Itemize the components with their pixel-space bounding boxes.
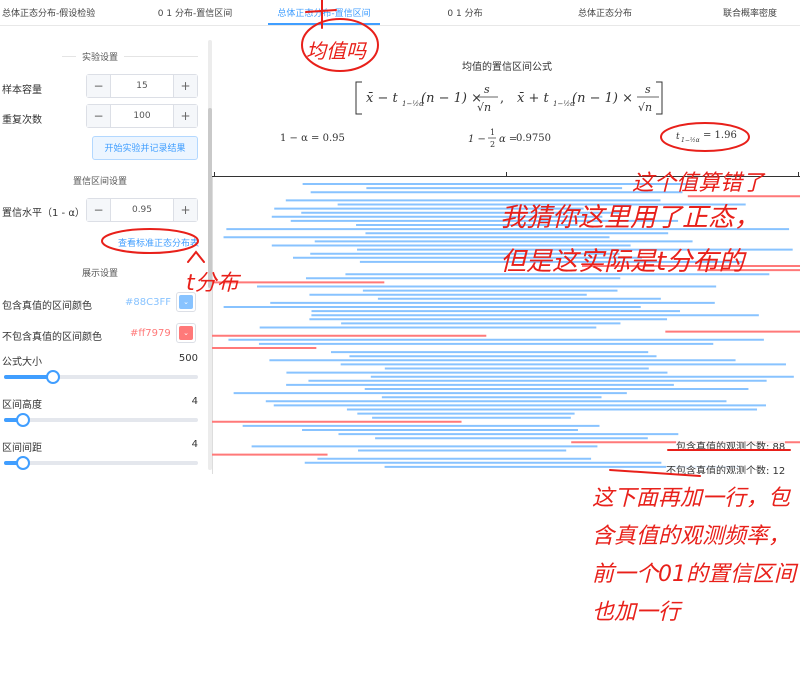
repeat-count-decrement-button[interactable]: −: [87, 105, 111, 127]
svg-text:2: 2: [490, 140, 495, 149]
svg-text:s: s: [484, 83, 490, 96]
sample-size-stepper: − 15 +: [86, 74, 198, 98]
contain-color-label: 包含真值的区间颜色: [2, 301, 92, 312]
sample-size-increment-button[interactable]: +: [173, 75, 197, 97]
tab-normal-hypothesis-test[interactable]: 总体正态分布-假设检验: [2, 0, 122, 26]
sample-size-input[interactable]: 15: [111, 75, 173, 97]
confidence-decrement-button[interactable]: −: [87, 199, 111, 221]
interval-lines: [212, 183, 800, 468]
svg-text:(n − 1) ×: (n − 1) ×: [421, 91, 482, 106]
tab-joint-density[interactable]: 联合概率密度: [700, 0, 800, 26]
formula-title: 均值的置信区间公式: [462, 62, 552, 73]
interval-gap-slider-handle[interactable]: [16, 456, 31, 470]
run-experiment-button[interactable]: 开始实验并记录结果: [92, 136, 198, 160]
contain-color-picker[interactable]: ⌄: [176, 292, 196, 312]
half-alpha-value: 0.9750: [516, 133, 551, 144]
repeat-count-increment-button[interactable]: +: [173, 105, 197, 127]
contain-color-value: #88C3FF: [125, 297, 171, 308]
ci-heading: 置信区间设置: [2, 174, 198, 187]
annotation-mean-question: 均值吗: [306, 39, 368, 63]
interval-height-slider[interactable]: [4, 413, 198, 427]
tab-normal[interactable]: 总体正态分布: [560, 0, 650, 26]
svg-text:α =: α =: [499, 134, 517, 145]
annotation-add-frequency-row: 这下面再加一行，包含真值的观测频率，前一个01的置信区间也加一行: [592, 486, 796, 625]
t-value: = 1.96: [703, 130, 737, 141]
svg-text:1 −: 1 −: [468, 134, 486, 145]
chevron-down-icon: ⌄: [179, 326, 193, 340]
svg-text:√n: √n: [477, 101, 491, 114]
repeat-count-stepper: − 100 +: [86, 104, 198, 128]
font-size-slider[interactable]: [4, 370, 198, 384]
alpha-text: 1 − α = 0.95: [280, 133, 345, 144]
svg-text:1−½α: 1−½α: [553, 100, 575, 108]
font-size-slider-handle[interactable]: [45, 370, 60, 384]
svg-text:,: ,: [500, 91, 504, 106]
display-heading: 展示设置: [2, 266, 198, 279]
active-tab-indicator: [268, 23, 380, 25]
annotation-circle-mean: [301, 18, 379, 72]
svg-text:(n − 1) ×: (n − 1) ×: [572, 91, 633, 106]
tab-bar: 总体正态分布-假设检验 0 1 分布-置信区间 总体正态分布-置信区间 0 1 …: [0, 0, 800, 26]
svg-text:x̄ + t: x̄ + t: [517, 91, 549, 106]
svg-text:1−½α: 1−½α: [402, 100, 424, 108]
tab-binomial[interactable]: 0 1 分布: [420, 0, 510, 26]
svg-text:x̄ − t: x̄ − t: [366, 91, 398, 106]
t-value-formula: t 1−½α: [676, 132, 700, 144]
interval-gap-slider[interactable]: [4, 456, 198, 470]
svg-text:1: 1: [490, 128, 495, 137]
interval-chart: [212, 172, 800, 476]
settings-sidebar: 实验设置 样本容量 − 15 + 重复次数 − 100 + 开始实验并记录结果 …: [0, 26, 212, 682]
svg-text:t: t: [676, 132, 680, 142]
exclude-color-label: 不包含真值的区间颜色: [2, 332, 102, 343]
normal-table-link[interactable]: 查看标准正态分布表: [118, 236, 199, 249]
repeat-count-input[interactable]: 100: [111, 105, 173, 127]
svg-text:1−½α: 1−½α: [681, 137, 700, 144]
repeat-count-label: 重复次数: [2, 115, 42, 126]
ci-formula: x̄ − t 1−½α (n − 1) × s √n , x̄ + t 1−½α…: [355, 81, 663, 115]
chevron-down-icon: ⌄: [179, 295, 193, 309]
sample-size-decrement-button[interactable]: −: [87, 75, 111, 97]
confidence-level-stepper: − 0.95 +: [86, 198, 198, 222]
exclude-color-picker[interactable]: ⌄: [176, 323, 196, 343]
tab-binomial-ci[interactable]: 0 1 分布-置信区间: [140, 0, 250, 26]
svg-text:s: s: [645, 83, 651, 96]
half-alpha-formula: 1 − 1 2 α =: [468, 128, 517, 149]
exclude-count: 不包含真值的观测个数: 12: [666, 462, 786, 474]
interval-height-slider-handle[interactable]: [16, 413, 31, 427]
experiment-heading: 实验设置: [2, 50, 198, 63]
svg-text:√n: √n: [638, 101, 652, 114]
interval-gap-label: 区间间距: [2, 443, 42, 454]
contain-count: 包含真值的观测个数: 88: [676, 438, 786, 453]
confidence-increment-button[interactable]: +: [173, 199, 197, 221]
interval-height-value: 4: [191, 396, 198, 407]
interval-gap-value: 4: [191, 439, 198, 450]
confidence-input[interactable]: 0.95: [111, 199, 173, 221]
interval-height-label: 区间高度: [2, 400, 42, 411]
font-size-value: 500: [178, 353, 198, 364]
exclude-color-value: #ff7979: [130, 328, 171, 339]
font-size-label: 公式大小: [2, 357, 42, 368]
confidence-level-label: 置信水平（1 - α）: [2, 208, 85, 219]
sample-size-label: 样本容量: [2, 85, 42, 96]
